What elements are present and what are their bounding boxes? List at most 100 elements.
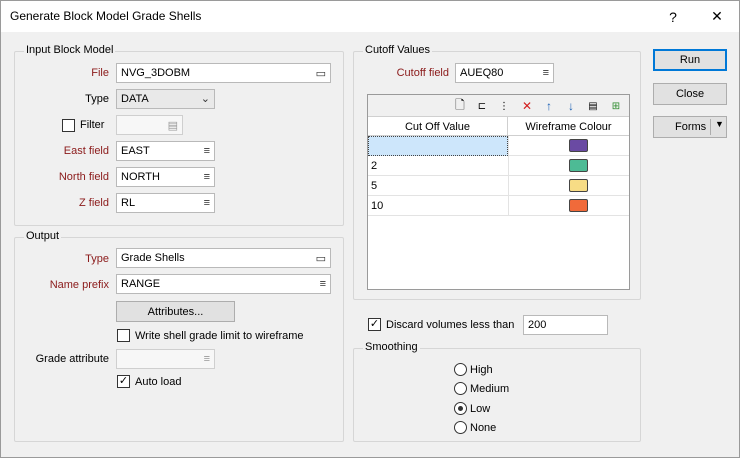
output-type-value: Grade Shells bbox=[121, 252, 185, 264]
smoothing-medium-label: Medium bbox=[470, 383, 510, 395]
file-input[interactable]: NVG_3DOBM ▭ bbox=[116, 63, 331, 83]
grid-toolbar: 🗋 ⊏ ⋮ ✕ ↑ ↓ ▤ ⊞ bbox=[368, 95, 629, 117]
discard-volume-input[interactable]: 200 bbox=[523, 315, 608, 335]
smoothing-none-radio[interactable] bbox=[454, 421, 467, 434]
north-field-label: North field bbox=[58, 171, 109, 183]
move-down-icon[interactable]: ↓ bbox=[563, 98, 579, 114]
split-divider bbox=[710, 119, 711, 135]
type-value: DATA bbox=[121, 93, 149, 105]
forms-button[interactable]: Forms ▼ bbox=[653, 116, 727, 138]
colour-cell[interactable] bbox=[508, 176, 629, 196]
grade-attribute-label: Grade attribute bbox=[35, 353, 109, 365]
dialog-window: Generate Block Model Grade Shells ? ✕ In… bbox=[0, 0, 740, 458]
column-header-cutoff[interactable]: Cut Off Value bbox=[368, 117, 508, 136]
filter-checkbox[interactable] bbox=[62, 119, 75, 132]
type-dropdown[interactable]: DATA ⌄ bbox=[116, 89, 215, 109]
grid-header: Cut Off Value Wireframe Colour bbox=[368, 117, 629, 136]
smoothing-high-radio[interactable] bbox=[454, 363, 467, 376]
smoothing-none-label: None bbox=[470, 422, 497, 434]
window-title: Generate Block Model Grade Shells bbox=[10, 9, 202, 23]
table-row[interactable] bbox=[368, 136, 629, 156]
group-label: Input Block Model bbox=[24, 44, 116, 56]
group-label: Cutoff Values bbox=[363, 44, 433, 56]
file-value: NVG_3DOBM bbox=[121, 67, 191, 79]
colour-swatch[interactable] bbox=[569, 159, 588, 172]
new-file-icon[interactable]: 🗋 bbox=[452, 98, 468, 114]
discard-checkbox[interactable]: ✓ bbox=[368, 318, 381, 331]
add-column-icon[interactable]: ⊞ bbox=[608, 98, 624, 114]
colour-swatch[interactable] bbox=[569, 139, 588, 152]
list-icon[interactable]: ≡ bbox=[204, 353, 210, 365]
smoothing-low-label: Low bbox=[470, 403, 491, 415]
discard-volume-value: 200 bbox=[528, 319, 547, 331]
discard-label: Discard volumes less than bbox=[386, 319, 515, 331]
column-header-colour[interactable]: Wireframe Colour bbox=[508, 117, 629, 136]
insert-row-icon[interactable]: ⊏ bbox=[474, 98, 490, 114]
browse-icon[interactable]: ▭ bbox=[316, 67, 326, 80]
north-field-input[interactable]: NORTH ≡ bbox=[116, 167, 215, 187]
east-field-input[interactable]: EAST ≡ bbox=[116, 141, 215, 161]
smoothing-group: Smoothing bbox=[353, 341, 641, 442]
table-row[interactable]: 5 bbox=[368, 176, 629, 196]
name-prefix-label: Name prefix bbox=[49, 279, 109, 291]
north-field-value: NORTH bbox=[121, 171, 160, 183]
delete-row-icon[interactable]: ✕ bbox=[519, 98, 535, 114]
forms-label: Forms bbox=[675, 121, 707, 133]
grade-attribute-input[interactable]: ≡ bbox=[116, 349, 215, 369]
help-button[interactable]: ? bbox=[651, 1, 695, 32]
auto-load-label: Auto load bbox=[135, 376, 182, 388]
colour-swatch[interactable] bbox=[569, 199, 588, 212]
list-icon[interactable]: ≡ bbox=[204, 197, 210, 209]
list-icon[interactable]: ≡ bbox=[204, 171, 210, 183]
list-icon[interactable]: ≡ bbox=[204, 145, 210, 157]
append-row-icon[interactable]: ⋮ bbox=[496, 98, 512, 114]
table-row[interactable]: 10 bbox=[368, 196, 629, 216]
cutoff-cell[interactable] bbox=[368, 136, 508, 156]
z-field-input[interactable]: RL ≡ bbox=[116, 193, 215, 213]
table-row[interactable]: 2 bbox=[368, 156, 629, 176]
write-limit-label: Write shell grade limit to wireframe bbox=[135, 330, 304, 342]
filter-input[interactable]: ▤ bbox=[116, 115, 183, 135]
filter-label: Filter bbox=[80, 119, 105, 131]
output-type-input[interactable]: Grade Shells ▭ bbox=[116, 248, 331, 268]
cutoff-grid: 🗋 ⊏ ⋮ ✕ ↑ ↓ ▤ ⊞ Cut Off Value Wireframe … bbox=[367, 94, 630, 290]
cutoff-field-input[interactable]: AUEQ80 ≡ bbox=[455, 63, 554, 83]
expression-icon: ▤ bbox=[167, 120, 178, 132]
z-field-label: Z field bbox=[79, 197, 109, 209]
close-button[interactable]: Close bbox=[653, 83, 727, 105]
cutoff-field-value: AUEQ80 bbox=[460, 67, 504, 79]
colour-swatch[interactable] bbox=[569, 179, 588, 192]
browse-icon[interactable]: ▭ bbox=[316, 252, 326, 265]
list-icon[interactable]: ≡ bbox=[320, 278, 326, 290]
chevron-down-icon: ⌄ bbox=[200, 93, 210, 105]
colour-cell[interactable] bbox=[508, 156, 629, 176]
type-label: Type bbox=[85, 93, 109, 105]
cutoff-cell[interactable]: 5 bbox=[368, 176, 508, 196]
write-limit-checkbox[interactable] bbox=[117, 329, 130, 342]
list-icon[interactable]: ≡ bbox=[543, 67, 549, 79]
dropdown-arrow-icon[interactable]: ▼ bbox=[715, 119, 724, 129]
smoothing-high-label: High bbox=[470, 364, 493, 376]
table-view-icon[interactable]: ▤ bbox=[585, 98, 601, 114]
move-up-icon[interactable]: ↑ bbox=[541, 98, 557, 114]
z-field-value: RL bbox=[121, 197, 136, 209]
colour-cell[interactable] bbox=[508, 136, 629, 156]
cutoff-cell[interactable]: 10 bbox=[368, 196, 508, 216]
file-label: File bbox=[91, 67, 109, 79]
smoothing-low-radio[interactable] bbox=[454, 402, 467, 415]
name-prefix-input[interactable]: RANGE ≡ bbox=[116, 274, 331, 294]
cutoff-field-label: Cutoff field bbox=[396, 67, 449, 79]
east-field-label: East field bbox=[63, 145, 109, 157]
group-label: Output bbox=[24, 230, 62, 242]
name-prefix-value: RANGE bbox=[121, 278, 161, 290]
title-bar: Generate Block Model Grade Shells ? ✕ bbox=[1, 1, 739, 32]
attributes-button[interactable]: Attributes... bbox=[116, 301, 235, 322]
output-type-label: Type bbox=[85, 253, 109, 265]
smoothing-medium-radio[interactable] bbox=[454, 382, 467, 395]
cutoff-cell[interactable]: 2 bbox=[368, 156, 508, 176]
group-label: Smoothing bbox=[363, 341, 420, 353]
auto-load-checkbox[interactable]: ✓ bbox=[117, 375, 130, 388]
colour-cell[interactable] bbox=[508, 196, 629, 216]
close-window-button[interactable]: ✕ bbox=[695, 1, 739, 32]
run-button[interactable]: Run bbox=[653, 49, 727, 71]
